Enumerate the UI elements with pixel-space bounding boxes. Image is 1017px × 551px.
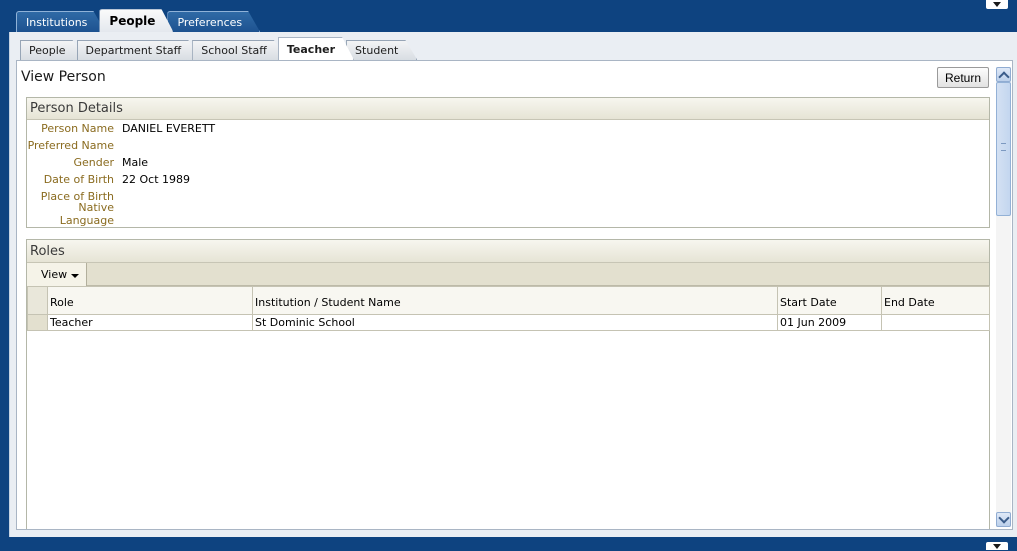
roles-header: Roles	[27, 240, 989, 262]
top-tab-bar: Institutions People Preferences	[16, 9, 254, 32]
scroll-up-icon[interactable]	[996, 67, 1011, 82]
view-menu-button[interactable]: View	[27, 262, 87, 286]
column-header-role[interactable]: Role	[47, 286, 253, 315]
detail-row-date-of-birth: Date of Birth 22 Oct 1989	[27, 171, 989, 188]
column-header-end-date[interactable]: End Date	[881, 286, 990, 315]
detail-row-gender: Gender Male	[27, 154, 989, 171]
sub-tab-bar: People Department Staff School Staff Tea…	[20, 37, 409, 60]
detail-value: DANIEL EVERETT	[122, 122, 216, 135]
main-frame: People Department Staff School Staff Tea…	[9, 32, 1017, 537]
return-button[interactable]: Return	[937, 67, 989, 88]
detail-label: Preferred Name	[27, 139, 114, 152]
detail-value: Male	[122, 156, 149, 169]
person-details-panel: Person Details Person Name DANIEL EVERET…	[26, 97, 990, 228]
tab-people[interactable]: People	[99, 9, 173, 32]
cell-end-date	[881, 314, 990, 331]
roles-toolbar: View	[27, 262, 989, 286]
detail-value: 22 Oct 1989	[122, 173, 191, 186]
vertical-scrollbar[interactable]	[996, 67, 1011, 527]
subtab-school-staff[interactable]: School Staff	[192, 40, 286, 60]
column-header-institution[interactable]: Institution / Student Name	[252, 286, 778, 315]
detail-row-native-language: Native Language	[27, 201, 989, 227]
person-details-header: Person Details	[27, 98, 989, 120]
roles-panel: Roles View Role Institution / Student Na…	[26, 239, 990, 529]
row-selector-header	[27, 286, 48, 315]
detail-row-preferred-name: Preferred Name	[27, 137, 989, 154]
cell-institution: St Dominic School	[252, 314, 778, 331]
cell-start-date: 01 Jun 2009	[777, 314, 882, 331]
detail-row-person-name: Person Name DANIEL EVERETT	[27, 120, 989, 137]
view-menu-label: View	[41, 267, 68, 281]
column-header-start-date[interactable]: Start Date	[777, 286, 882, 315]
tab-institutions[interactable]: Institutions	[16, 11, 105, 32]
scroll-thumb[interactable]	[996, 82, 1011, 216]
content-area: View Person Return Person Details Person…	[16, 60, 1013, 530]
cell-role: Teacher	[47, 314, 253, 331]
page-title: View Person	[21, 69, 106, 85]
subtab-teacher[interactable]: Teacher	[278, 37, 354, 60]
detail-label: Gender	[73, 156, 114, 169]
table-row[interactable]: Teacher St Dominic School 01 Jun 2009	[27, 314, 990, 331]
bottom-bar	[0, 537, 1017, 551]
row-selector[interactable]	[27, 314, 48, 331]
tab-preferences[interactable]: Preferences	[167, 11, 260, 32]
roles-table: Role Institution / Student Name Start Da…	[27, 286, 990, 331]
tab-overflow-down-icon[interactable]	[986, 0, 1008, 9]
detail-label: Person Name	[41, 122, 114, 135]
bottom-overflow-down-icon[interactable]	[986, 542, 1008, 550]
subtab-people[interactable]: People	[20, 40, 85, 60]
detail-row-place-of-birth: Place of Birth	[27, 188, 989, 205]
subtab-department-staff[interactable]: Department Staff	[77, 40, 201, 60]
table-header-row: Role Institution / Student Name Start Da…	[27, 286, 990, 315]
caret-down-icon	[71, 273, 80, 278]
detail-label: Native Language	[59, 200, 114, 227]
subtab-student[interactable]: Student	[346, 40, 417, 60]
detail-label: Date of Birth	[43, 173, 114, 186]
scroll-down-icon[interactable]	[996, 512, 1011, 527]
